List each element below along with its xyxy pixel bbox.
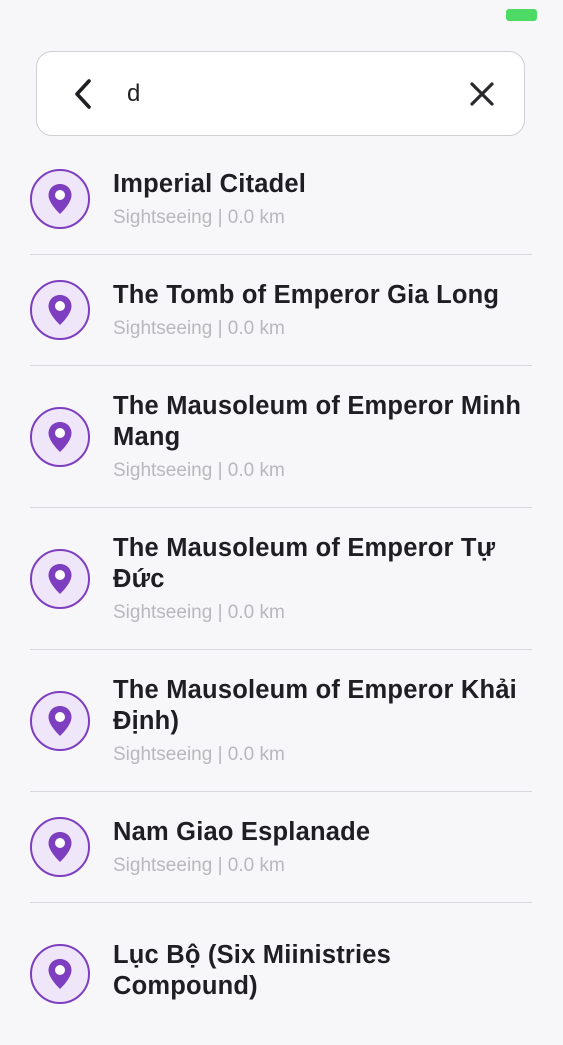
- list-item[interactable]: The Mausoleum of Emperor Tự Đức Sightsee…: [30, 508, 532, 650]
- map-pin-icon: [30, 169, 90, 229]
- place-title: The Mausoleum of Emperor Minh Mang: [113, 391, 522, 451]
- list-item[interactable]: The Tomb of Emperor Gia Long Sightseeing…: [30, 255, 532, 366]
- place-title: Imperial Citadel: [113, 169, 307, 198]
- place-subtitle: Sightseeing | 0.0 km: [113, 317, 285, 339]
- map-pin-icon: [30, 548, 90, 609]
- chevron-left-icon: [75, 79, 91, 109]
- place-title: The Tomb of Emperor Gia Long: [113, 280, 500, 309]
- status-bar: [0, 0, 563, 40]
- list-item[interactable]: The Mausoleum of Emperor Khải Định) Sigh…: [30, 650, 532, 792]
- map-pin-icon: [30, 817, 90, 877]
- place-subtitle: Sightseeing | 0.0 km: [113, 206, 285, 228]
- map-pin-icon: [30, 944, 90, 1004]
- list-item[interactable]: The Mausoleum of Emperor Minh Mang Sight…: [30, 366, 532, 508]
- place-title: Lục Bộ (Six Miinistries Compound): [113, 941, 392, 1000]
- list-item[interactable]: Nam Giao Esplanade Sightseeing | 0.0 km: [30, 792, 532, 903]
- map-pin-icon: [30, 690, 90, 751]
- list-item[interactable]: Imperial Citadel Sightseeing | 0.0 km: [30, 144, 532, 255]
- place-subtitle: Sightseeing | 0.0 km: [113, 743, 285, 765]
- place-subtitle: Sightseeing | 0.0 km: [113, 854, 285, 876]
- place-subtitle: Sightseeing | 0.0 km: [113, 459, 285, 481]
- map-pin-icon: [30, 406, 90, 467]
- search-bar: [36, 51, 525, 136]
- list-item[interactable]: Lục Bộ (Six Miinistries Compound): [30, 903, 532, 1045]
- close-icon: [470, 82, 494, 106]
- map-pin-icon: [30, 280, 90, 340]
- battery-icon: [506, 9, 537, 21]
- search-input[interactable]: [127, 72, 457, 116]
- place-subtitle: Sightseeing | 0.0 km: [113, 601, 285, 623]
- clear-search-button[interactable]: [466, 78, 498, 110]
- place-title: Nam Giao Esplanade: [113, 817, 371, 846]
- results-list: Imperial Citadel Sightseeing | 0.0 km Th…: [0, 144, 563, 1045]
- back-button[interactable]: [67, 76, 99, 112]
- place-title: The Mausoleum of Emperor Tự Đức: [113, 533, 496, 593]
- place-title: The Mausoleum of Emperor Khải Định): [113, 675, 517, 735]
